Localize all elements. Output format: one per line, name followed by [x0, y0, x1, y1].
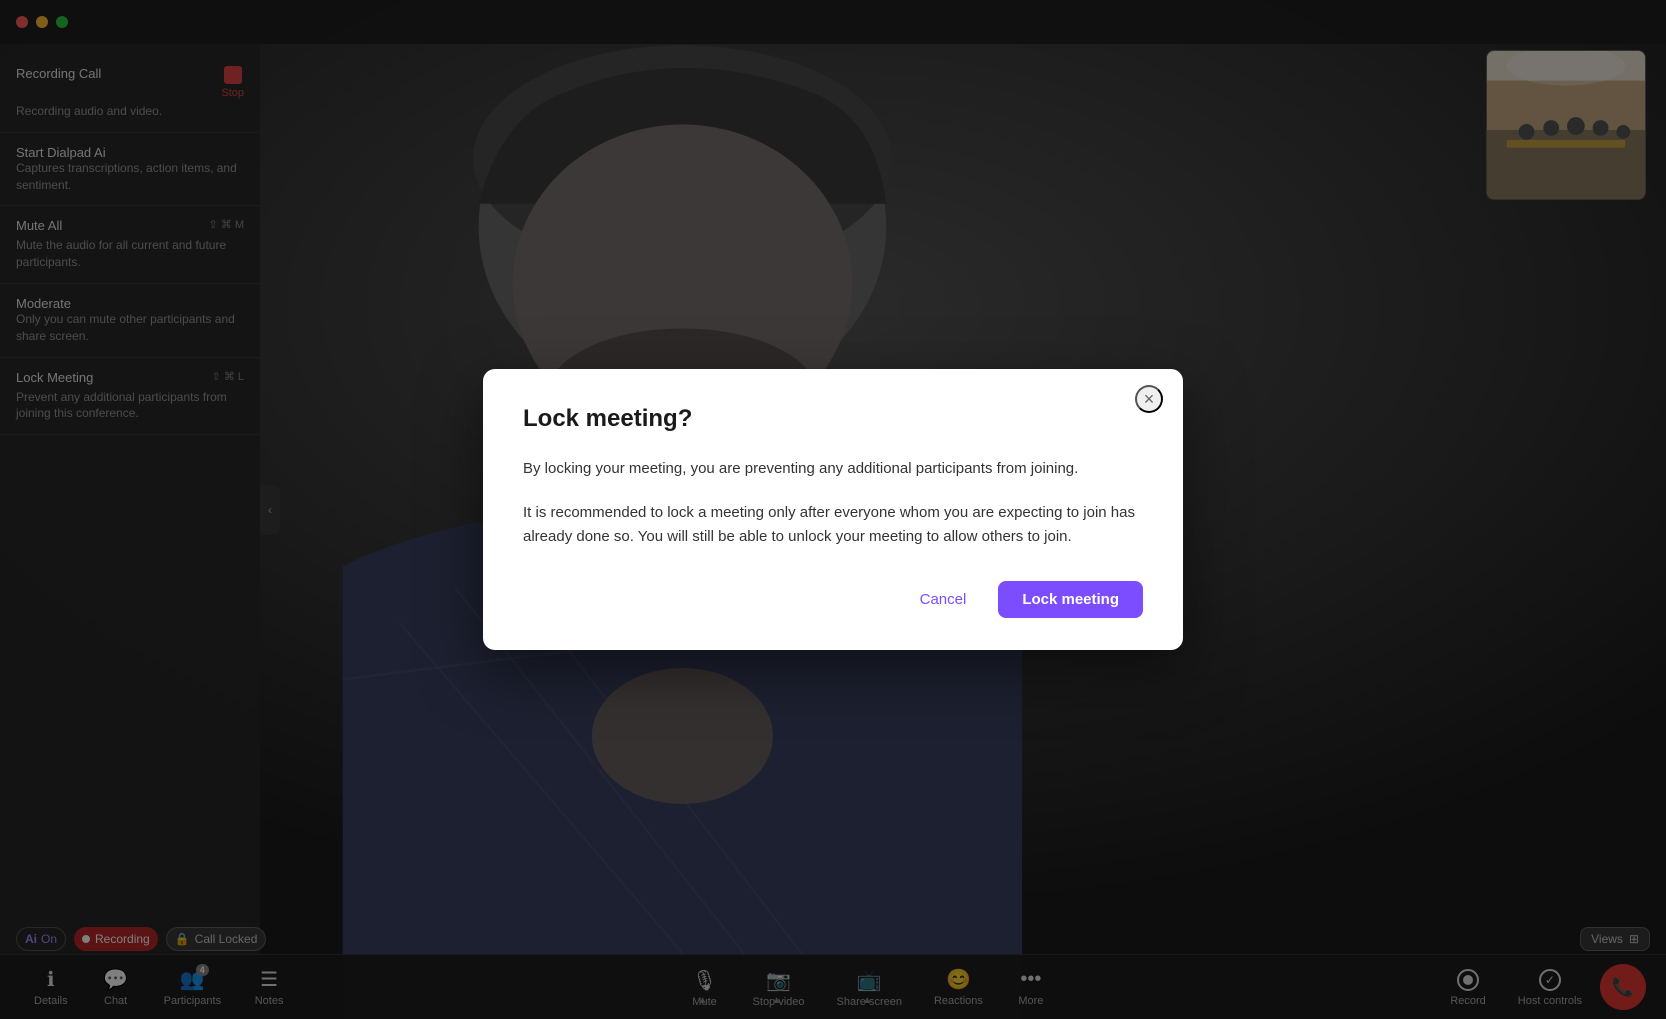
modal-close-button[interactable]: ×	[1135, 385, 1163, 413]
lock-meeting-modal: × Lock meeting? By locking your meeting,…	[483, 369, 1183, 650]
modal-paragraph2: It is recommended to lock a meeting only…	[523, 501, 1143, 549]
modal-overlay: × Lock meeting? By locking your meeting,…	[0, 0, 1666, 1019]
modal-actions: Cancel Lock meeting	[523, 581, 1143, 618]
cancel-button[interactable]: Cancel	[900, 581, 987, 618]
modal-paragraph1: By locking your meeting, you are prevent…	[523, 457, 1143, 481]
lock-meeting-button[interactable]: Lock meeting	[998, 581, 1143, 618]
modal-title: Lock meeting?	[523, 405, 1143, 433]
